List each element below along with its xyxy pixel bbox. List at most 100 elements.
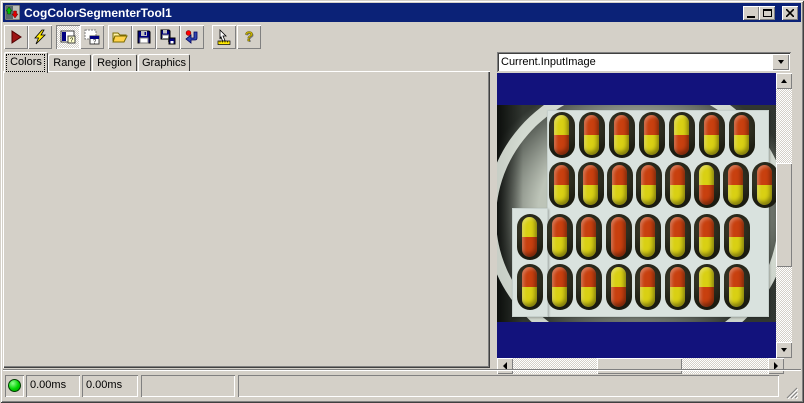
capsule (669, 217, 685, 257)
capsule-well (579, 112, 605, 158)
vertical-scrollbar[interactable] (776, 73, 792, 358)
capsule-well (609, 112, 635, 158)
capsule-well (576, 214, 602, 260)
capsule-well (635, 264, 661, 310)
tab-graphics[interactable]: Graphics (138, 54, 190, 72)
capsule-well (549, 112, 575, 158)
capsule (641, 165, 656, 205)
scroll-down-icon[interactable] (776, 342, 792, 358)
capsule (554, 165, 569, 205)
colors-tab-page (3, 71, 490, 368)
capsule-well (694, 264, 720, 310)
capsule-well (549, 162, 575, 208)
reset-icon[interactable] (180, 25, 204, 49)
capsule-well (576, 264, 602, 310)
capsule-well (517, 214, 543, 260)
image-selector-combobox[interactable]: Current.InputImage (497, 52, 791, 72)
capsule (583, 165, 598, 205)
show-result-panel-icon[interactable]: ? (56, 25, 80, 49)
capsule (522, 267, 537, 307)
capsule-well (694, 162, 720, 208)
capsule-well (723, 162, 749, 208)
capsule (670, 165, 685, 205)
minimize-icon[interactable] (743, 6, 759, 20)
capsule (614, 115, 629, 155)
capsule (610, 217, 626, 257)
position-tool-icon[interactable] (212, 25, 236, 49)
capsule-well (517, 264, 543, 310)
close-icon[interactable] (782, 6, 798, 20)
capsule (551, 267, 567, 307)
capsule-well (729, 112, 755, 158)
open-file-icon[interactable] (108, 25, 132, 49)
image-display-area[interactable] (497, 73, 776, 358)
capsule (728, 217, 744, 257)
capsule (734, 115, 749, 155)
cog-color-segmenter-window: CogColorSegmenterTool1 ? ? ? ? Colors Ra… (0, 0, 804, 403)
status-panel-3 (141, 375, 235, 397)
run-continuous-icon[interactable] (28, 25, 52, 49)
capsule (612, 165, 627, 205)
capsule (551, 217, 567, 257)
capsule-well (546, 214, 573, 260)
scroll-right-icon[interactable] (768, 358, 784, 374)
capsule (699, 217, 714, 257)
capsule (699, 267, 714, 307)
input-image-photo (497, 105, 776, 322)
capsule-well (723, 214, 750, 260)
scroll-left-icon[interactable] (497, 358, 513, 374)
capsule-well (639, 112, 665, 158)
capsule-well (752, 162, 776, 208)
capsule (522, 217, 537, 257)
capsule (728, 165, 743, 205)
capsule-well (605, 214, 632, 260)
capsule-well (694, 214, 720, 260)
capsule (581, 267, 596, 307)
status-led-icon (8, 379, 21, 392)
tab-region[interactable]: Region (92, 54, 137, 72)
horizontal-scrollbar[interactable] (497, 358, 784, 374)
maximize-icon[interactable] (759, 6, 775, 20)
title-bar[interactable]: CogColorSegmenterTool1 (3, 3, 801, 22)
capsule (644, 115, 659, 155)
capsule (757, 165, 772, 205)
vertical-scroll-thumb[interactable] (776, 163, 792, 267)
capsule (584, 115, 599, 155)
help-icon[interactable]: ? ? (237, 25, 261, 49)
scroll-up-icon[interactable] (776, 73, 792, 89)
capsule-well (669, 112, 695, 158)
image-selector-value: Current.InputImage (501, 56, 596, 68)
save-icon[interactable] (132, 25, 156, 49)
capsule (669, 267, 685, 307)
status-panel-4 (238, 375, 779, 397)
horizontal-scroll-thumb[interactable] (597, 358, 682, 374)
svg-text:?: ? (245, 29, 254, 44)
capsule-well (664, 214, 691, 260)
capsule-well (546, 264, 573, 310)
capsule (674, 115, 689, 155)
capsule-well (578, 162, 604, 208)
capsule (610, 267, 626, 307)
capsule (704, 115, 719, 155)
capsule-well (636, 162, 662, 208)
statusbar-separator (3, 369, 801, 371)
resize-grip[interactable] (786, 387, 799, 400)
capsule-well (665, 162, 691, 208)
capsule (640, 267, 655, 307)
tab-range[interactable]: Range (48, 54, 91, 72)
tab-colors[interactable]: Colors (4, 52, 48, 73)
tool-icon (5, 5, 20, 20)
float-window-icon[interactable]: ? (80, 25, 104, 49)
capsule-well (723, 264, 750, 310)
window-title: CogColorSegmenterTool1 (24, 5, 172, 20)
capsule (728, 267, 744, 307)
capsule-well (635, 214, 661, 260)
timer-panel-1: 0.00ms (26, 375, 80, 397)
capsule-well (699, 112, 725, 158)
capsule (640, 217, 655, 257)
run-icon[interactable] (4, 25, 28, 49)
capsule-well (605, 264, 632, 310)
capsule (699, 165, 714, 205)
save-as-icon[interactable] (156, 25, 180, 49)
chevron-down-icon[interactable] (772, 54, 789, 70)
